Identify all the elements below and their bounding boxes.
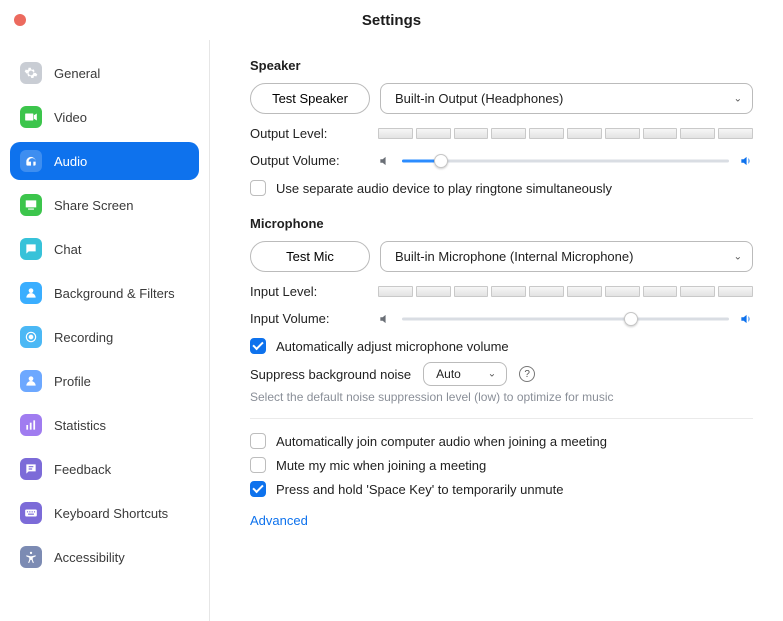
separate-audio-device-checkbox[interactable]: [250, 180, 266, 196]
auto-adjust-mic-label: Automatically adjust microphone volume: [276, 339, 509, 354]
sidebar-item-label: Recording: [54, 330, 113, 345]
sidebar-item-share-screen[interactable]: Share Screen: [10, 186, 199, 224]
advanced-link[interactable]: Advanced: [250, 513, 308, 528]
output-level-row: Output Level:: [250, 126, 753, 141]
test-mic-button[interactable]: Test Mic: [250, 241, 370, 272]
hold-space-unmute-label: Press and hold 'Space Key' to temporaril…: [276, 482, 564, 497]
suppress-noise-row: Suppress background noise Auto ⌄ ?: [250, 362, 753, 386]
content: General Video Audio Share Screen: [0, 40, 783, 621]
auto-join-audio-checkbox[interactable]: [250, 433, 266, 449]
headphones-icon: [20, 150, 42, 172]
sidebar-item-background-filters[interactable]: Background & Filters: [10, 274, 199, 312]
window-title: Settings: [362, 12, 421, 29]
hold-space-unmute-row: Press and hold 'Space Key' to temporaril…: [250, 481, 753, 497]
gear-icon: [20, 62, 42, 84]
auto-adjust-mic-checkbox[interactable]: [250, 338, 266, 354]
input-volume-slider[interactable]: [402, 312, 729, 326]
sidebar-item-label: Chat: [54, 242, 81, 257]
mic-device-row: Test Mic Built-in Microphone (Internal M…: [250, 241, 753, 272]
volume-low-icon: [378, 154, 392, 168]
share-screen-icon: [20, 194, 42, 216]
sidebar-item-feedback[interactable]: Feedback: [10, 450, 199, 488]
accessibility-icon: [20, 546, 42, 568]
auto-join-audio-label: Automatically join computer audio when j…: [276, 434, 607, 449]
sidebar-item-label: Accessibility: [54, 550, 125, 565]
sidebar-item-statistics[interactable]: Statistics: [10, 406, 199, 444]
output-volume-slider[interactable]: [402, 154, 729, 168]
help-icon[interactable]: ?: [519, 366, 535, 382]
input-level-row: Input Level:: [250, 284, 753, 299]
input-level-meter: [378, 286, 753, 297]
output-level-meter: [378, 128, 753, 139]
volume-high-icon: [739, 312, 753, 326]
suppress-noise-hint: Select the default noise suppression lev…: [250, 390, 753, 404]
test-speaker-button[interactable]: Test Speaker: [250, 83, 370, 114]
chevron-down-icon: ⌄: [734, 251, 742, 262]
speaker-device-value: Built-in Output (Headphones): [395, 91, 563, 106]
sidebar-item-general[interactable]: General: [10, 54, 199, 92]
sidebar-item-label: Profile: [54, 374, 91, 389]
separator: [250, 418, 753, 419]
sidebar-item-label: Keyboard Shortcuts: [54, 506, 168, 521]
statistics-icon: [20, 414, 42, 436]
volume-low-icon: [378, 312, 392, 326]
profile-icon: [20, 370, 42, 392]
sidebar-item-profile[interactable]: Profile: [10, 362, 199, 400]
sidebar-item-audio[interactable]: Audio: [10, 142, 199, 180]
sidebar-item-label: Video: [54, 110, 87, 125]
titlebar: Settings: [0, 0, 783, 40]
input-level-label: Input Level:: [250, 284, 378, 299]
main-panel: Speaker Test Speaker Built-in Output (He…: [210, 40, 783, 621]
chevron-down-icon: ⌄: [488, 369, 496, 380]
suppress-noise-label: Suppress background noise: [250, 367, 411, 382]
sidebar-item-recording[interactable]: Recording: [10, 318, 199, 356]
sidebar-item-label: Statistics: [54, 418, 106, 433]
video-icon: [20, 106, 42, 128]
sidebar-item-keyboard-shortcuts[interactable]: Keyboard Shortcuts: [10, 494, 199, 532]
output-volume-label: Output Volume:: [250, 153, 378, 168]
chevron-down-icon: ⌄: [734, 93, 742, 104]
input-volume-label: Input Volume:: [250, 311, 378, 326]
sidebar-item-accessibility[interactable]: Accessibility: [10, 538, 199, 576]
record-icon: [20, 326, 42, 348]
speaker-device-select[interactable]: Built-in Output (Headphones) ⌄: [380, 83, 753, 114]
chat-icon: [20, 238, 42, 260]
feedback-icon: [20, 458, 42, 480]
separate-audio-device-label: Use separate audio device to play ringto…: [276, 181, 612, 196]
output-level-label: Output Level:: [250, 126, 378, 141]
suppress-noise-value: Auto: [436, 367, 461, 381]
speaker-section-title: Speaker: [250, 58, 753, 73]
mute-on-join-row: Mute my mic when joining a meeting: [250, 457, 753, 473]
separate-audio-device-row: Use separate audio device to play ringto…: [250, 180, 753, 196]
settings-window: Settings General Video Audio: [0, 0, 783, 621]
sidebar-item-label: Feedback: [54, 462, 111, 477]
speaker-device-row: Test Speaker Built-in Output (Headphones…: [250, 83, 753, 114]
mic-device-select[interactable]: Built-in Microphone (Internal Microphone…: [380, 241, 753, 272]
mute-on-join-checkbox[interactable]: [250, 457, 266, 473]
output-volume-row: Output Volume:: [250, 153, 753, 168]
sidebar-item-label: Share Screen: [54, 198, 134, 213]
mic-device-value: Built-in Microphone (Internal Microphone…: [395, 249, 633, 264]
sidebar: General Video Audio Share Screen: [0, 40, 210, 621]
keyboard-icon: [20, 502, 42, 524]
auto-join-audio-row: Automatically join computer audio when j…: [250, 433, 753, 449]
sidebar-item-video[interactable]: Video: [10, 98, 199, 136]
volume-high-icon: [739, 154, 753, 168]
hold-space-unmute-checkbox[interactable]: [250, 481, 266, 497]
suppress-noise-select[interactable]: Auto ⌄: [423, 362, 507, 386]
sidebar-item-label: General: [54, 66, 100, 81]
microphone-section-title: Microphone: [250, 216, 753, 231]
person-icon: [20, 282, 42, 304]
auto-adjust-mic-row: Automatically adjust microphone volume: [250, 338, 753, 354]
mute-on-join-label: Mute my mic when joining a meeting: [276, 458, 486, 473]
input-volume-row: Input Volume:: [250, 311, 753, 326]
close-window-icon[interactable]: [14, 14, 26, 26]
sidebar-item-label: Background & Filters: [54, 286, 175, 301]
sidebar-item-chat[interactable]: Chat: [10, 230, 199, 268]
sidebar-item-label: Audio: [54, 154, 87, 169]
